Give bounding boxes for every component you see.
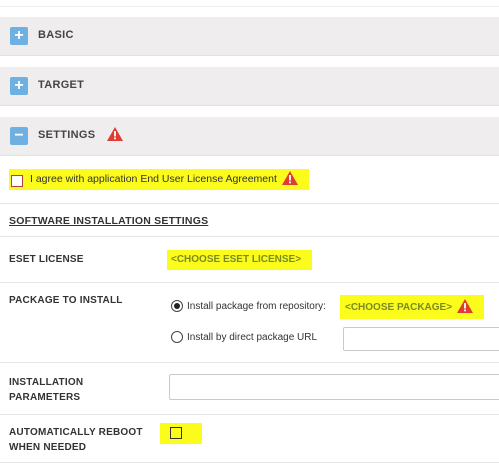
warning-icon <box>106 126 123 141</box>
eula-checkbox[interactable] <box>11 175 23 187</box>
label-line: PARAMETERS <box>9 392 81 403</box>
divider <box>0 462 499 463</box>
package-label: PACKAGE TO INSTALL <box>9 295 123 306</box>
choose-license-link[interactable]: <CHOOSE ESET LICENSE> <box>171 254 301 265</box>
eset-license-label: ESET LICENSE <box>9 254 84 265</box>
section-target-title: TARGET <box>38 79 85 91</box>
auto-reboot-label: AUTOMATICALLY REBOOT WHEN NEEDED <box>9 425 143 455</box>
installation-parameters-input[interactable] <box>169 374 499 400</box>
label-line: WHEN NEEDED <box>9 442 87 453</box>
warning-icon <box>456 299 473 313</box>
divider <box>0 414 499 415</box>
section-settings[interactable]: − SETTINGS <box>0 117 499 156</box>
section-basic[interactable]: + BASIC <box>0 17 499 56</box>
package-url-input[interactable] <box>343 327 499 351</box>
radio-repository[interactable] <box>171 300 183 312</box>
software-installation-heading: SOFTWARE INSTALLATION SETTINGS <box>9 215 209 227</box>
section-settings-title: SETTINGS <box>38 126 123 141</box>
installation-parameters-label: INSTALLATION PARAMETERS <box>9 375 83 405</box>
eula-label: I agree with application End User Licens… <box>30 171 298 186</box>
divider <box>0 362 499 363</box>
divider <box>0 203 499 204</box>
option-url-label: Install by direct package URL <box>187 332 318 343</box>
label-line: AUTOMATICALLY REBOOT <box>9 427 143 438</box>
radio-direct-url[interactable] <box>171 331 183 343</box>
plus-icon[interactable]: + <box>10 77 28 95</box>
choose-package-text[interactable]: <CHOOSE PACKAGE> <box>345 302 452 313</box>
settings-title-text: SETTINGS <box>38 129 96 141</box>
divider <box>0 282 499 283</box>
plus-icon[interactable]: + <box>10 27 28 45</box>
auto-reboot-checkbox[interactable] <box>170 427 182 439</box>
option-repository-label: Install package from repository: <box>187 301 326 312</box>
minus-icon[interactable]: − <box>10 127 28 145</box>
label-line: INSTALLATION <box>9 377 84 388</box>
top-divider <box>0 6 499 7</box>
warning-icon <box>281 171 298 186</box>
divider <box>0 236 499 237</box>
choose-package-link[interactable]: <CHOOSE PACKAGE> <box>345 299 473 313</box>
section-target[interactable]: + TARGET <box>0 67 499 106</box>
eula-label-text: I agree with application End User Licens… <box>30 173 277 185</box>
section-basic-title: BASIC <box>38 29 74 41</box>
